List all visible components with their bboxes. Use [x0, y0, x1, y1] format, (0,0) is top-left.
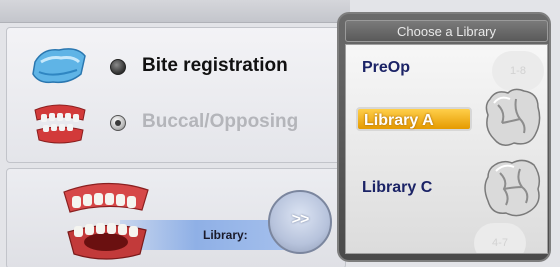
- bite-registration-label: Bite registration: [142, 55, 288, 76]
- bite-registration-icon: [32, 48, 86, 84]
- option-buccal-opposing[interactable]: Buccal/Opposing: [7, 100, 345, 144]
- library-item-preop[interactable]: PreOp: [362, 59, 410, 77]
- dental-design-window: Bite registration Buccal/Opposing Librar…: [0, 0, 560, 267]
- library-item-library-a[interactable]: Library A: [356, 107, 472, 131]
- library-list: 1-8 4-7 PreOp Library A Library C: [345, 44, 548, 254]
- tooth-icon: [484, 159, 541, 217]
- tooth-icon: [485, 88, 541, 146]
- top-strip: [0, 0, 350, 23]
- buccal-opposing-icon: [34, 104, 86, 144]
- jaw-icon: [63, 182, 149, 260]
- library-panel-title: Choose a Library: [345, 20, 548, 42]
- choose-library-button-label: >>: [291, 211, 310, 228]
- ghost-label-bottom: 4-7: [474, 223, 526, 253]
- library-item-library-c[interactable]: Library C: [362, 179, 432, 197]
- buccal-opposing-label: Buccal/Opposing: [142, 111, 299, 132]
- bite-registration-radio[interactable]: [110, 59, 126, 75]
- buccal-opposing-radio[interactable]: [110, 115, 126, 131]
- choose-library-button[interactable]: >>: [268, 190, 332, 254]
- options-card: Bite registration Buccal/Opposing: [6, 27, 346, 163]
- library-label: Library:: [203, 228, 248, 242]
- option-bite-registration[interactable]: Bite registration: [7, 44, 345, 88]
